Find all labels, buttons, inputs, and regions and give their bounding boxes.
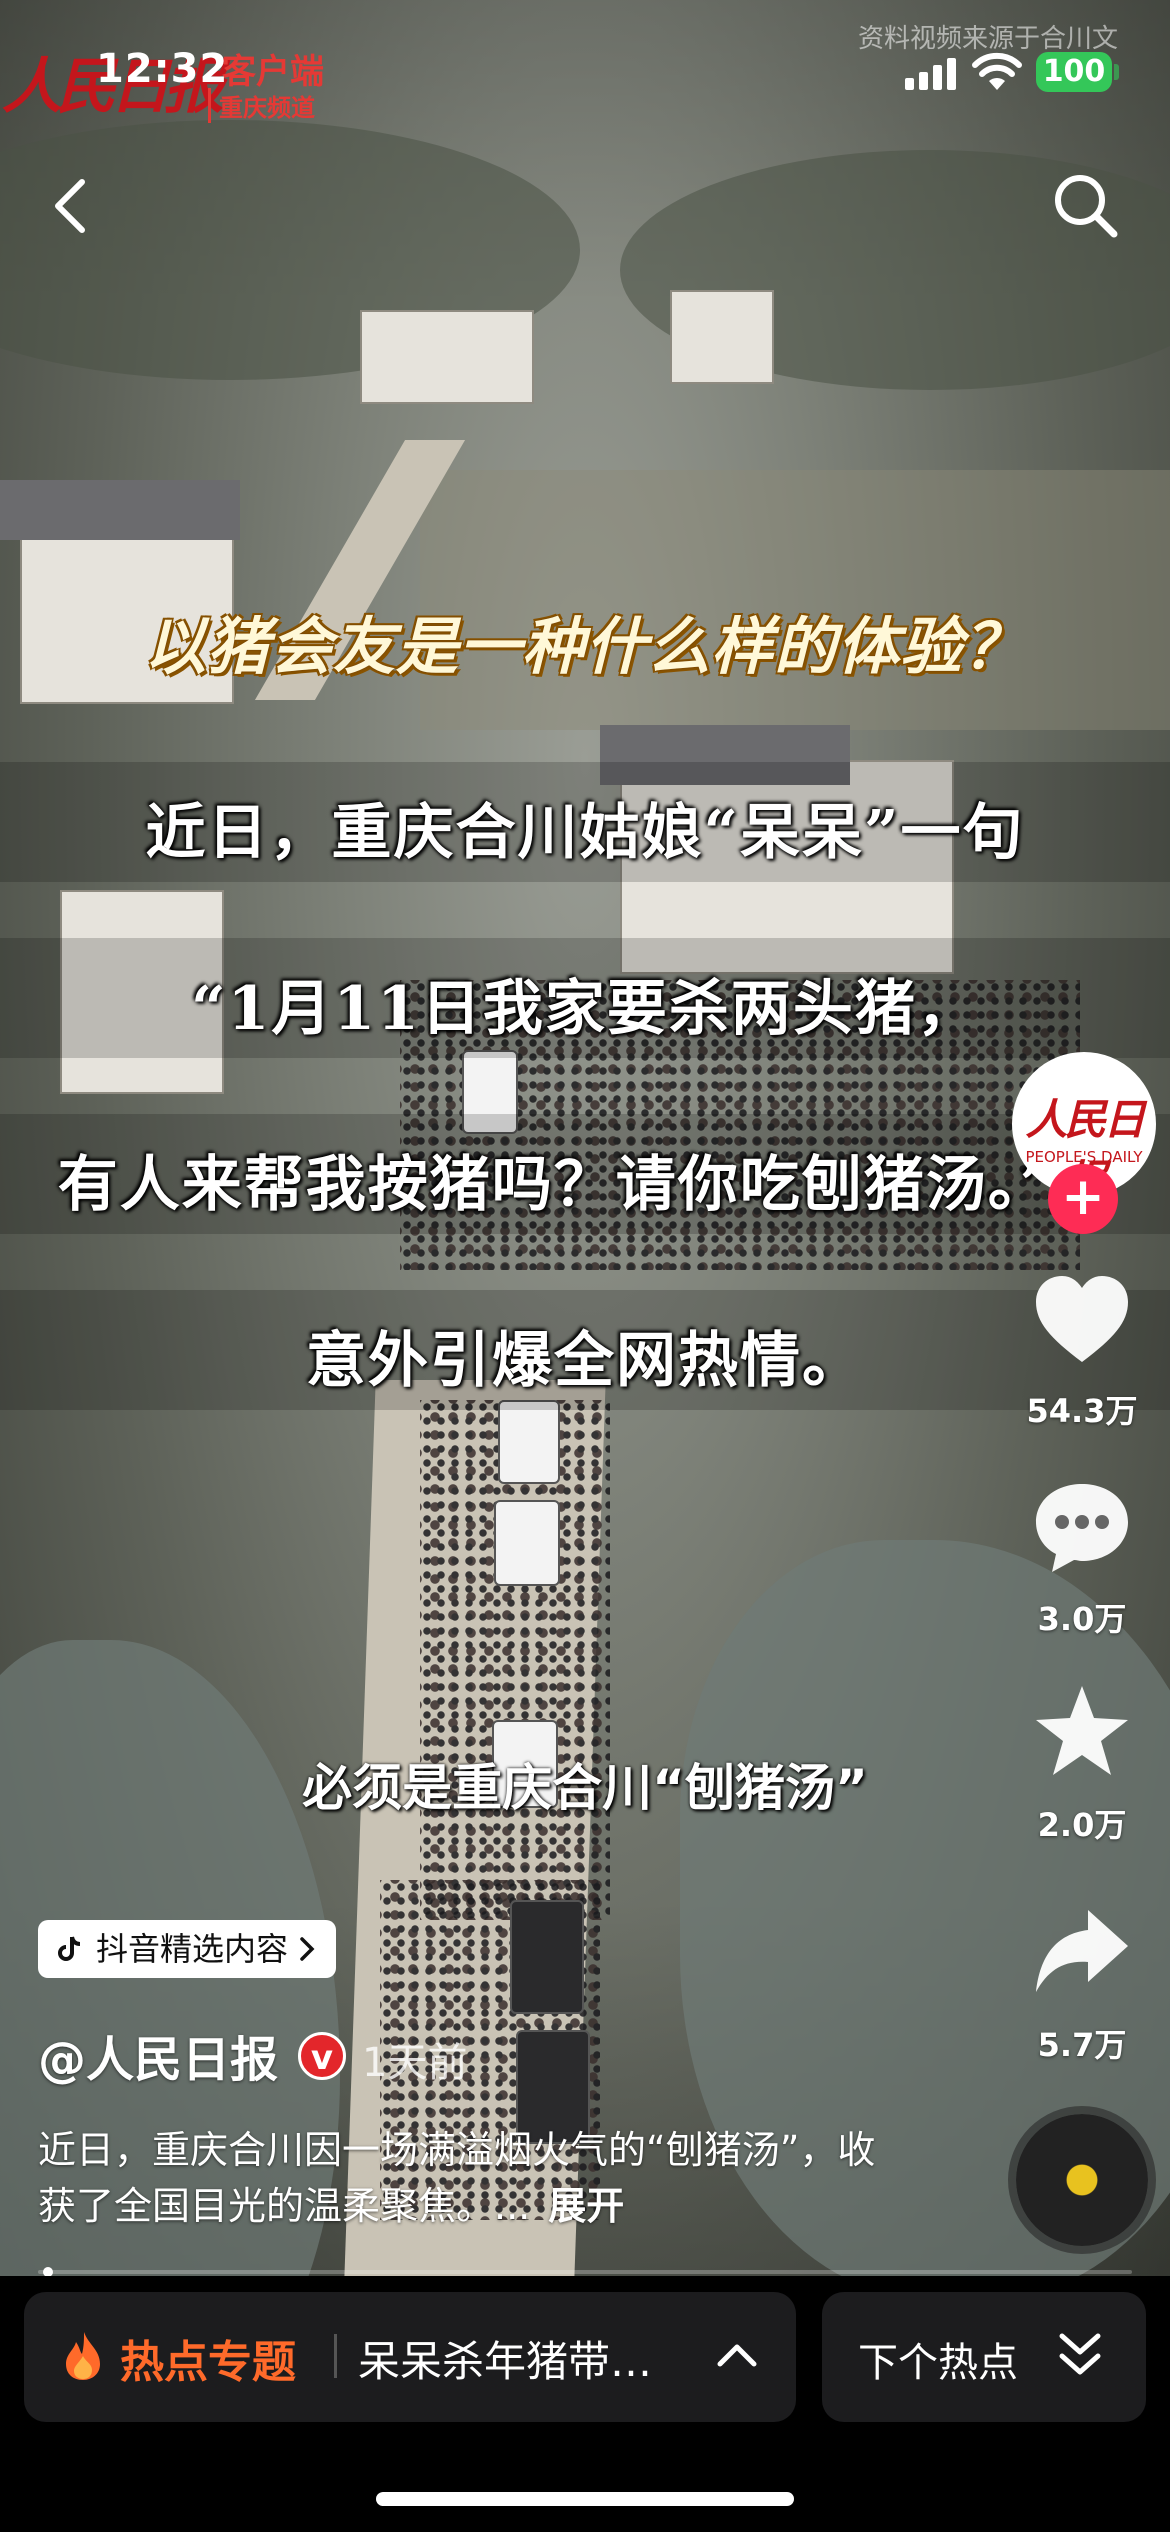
featured-content-tag[interactable]: 抖音精选内容 xyxy=(38,1920,337,1978)
follow-button[interactable]: + xyxy=(1048,1164,1118,1234)
car xyxy=(510,1900,584,2014)
comment-count: 3.0万 xyxy=(1037,1600,1127,1638)
chevron-up-icon[interactable] xyxy=(712,2330,762,2380)
back-icon[interactable] xyxy=(46,176,96,236)
logo-app-label: 客户端 xyxy=(222,52,324,92)
caption-line: 意外引爆全网热情。 xyxy=(306,1326,864,1396)
verified-badge-icon: v xyxy=(298,2032,346,2080)
heart-icon[interactable] xyxy=(1030,1270,1134,1374)
house xyxy=(360,310,534,404)
video-screen[interactable]: 人民日报 客户端 重庆频道 资料视频来源于合川文 12:32 100 以猪会友是… xyxy=(0,0,1170,2532)
expand-link[interactable]: 展开 xyxy=(548,2184,624,2228)
caption-title: 以猪会友是一种什么样的体验？ xyxy=(143,610,1026,683)
flame-icon xyxy=(66,2332,100,2380)
caption-line: 有人来帮我按猪吗？请你吃刨猪汤。” xyxy=(57,1150,1057,1220)
battery-cap xyxy=(1114,64,1119,80)
car xyxy=(498,1400,560,1484)
comment-icon[interactable] xyxy=(1030,1476,1134,1580)
author-name[interactable]: @人民日报 xyxy=(38,2020,278,2090)
favorite-star-icon[interactable] xyxy=(1030,1680,1134,1784)
double-chevron-down-icon[interactable] xyxy=(1054,2328,1106,2384)
divider xyxy=(334,2334,337,2378)
home-indicator[interactable] xyxy=(376,2492,794,2506)
logo-sub-label: 重庆频道 xyxy=(208,88,315,123)
wifi-icon xyxy=(972,52,1022,90)
roof xyxy=(0,480,240,540)
description-text: 近日，重庆合川因一场满溢烟火气的“刨猪汤”，收获了全国目光的温柔聚焦。... xyxy=(38,2128,876,2228)
status-time: 12:32 xyxy=(96,46,229,92)
share-count: 5.7万 xyxy=(1037,2026,1127,2064)
share-icon[interactable] xyxy=(1030,1900,1134,2004)
house xyxy=(670,290,774,384)
cellular-signal-icon xyxy=(905,56,957,90)
playback-progress-bar[interactable] xyxy=(38,2267,1132,2277)
caption-line: “1月11日我家要杀两头猪， xyxy=(191,974,979,1044)
hot-topic-label: 热点专题 xyxy=(120,2337,296,2388)
post-description: 近日，重庆合川因一场满溢烟火气的“刨猪汤”，收获了全国目光的温柔聚焦。... 展开 xyxy=(38,2122,898,2234)
post-time: 1天前 xyxy=(362,2040,468,2086)
like-count: 54.3万 xyxy=(1026,1392,1138,1430)
chevron-right-icon xyxy=(300,1937,315,1961)
favorite-count: 2.0万 xyxy=(1037,1806,1127,1844)
caption-lower: 必须是重庆合川“刨猪汤” xyxy=(302,1759,868,1817)
hot-topic-title[interactable]: 呆呆杀年猪带… xyxy=(358,2328,652,2389)
battery-indicator: 100 xyxy=(1036,52,1112,92)
featured-tag-label: 抖音精选内容 xyxy=(96,1930,289,1968)
music-disc[interactable] xyxy=(1016,2114,1148,2246)
caption-line: 近日，重庆合川姑娘“呆呆”一句 xyxy=(145,798,1025,868)
douyin-icon xyxy=(58,1936,81,1961)
car xyxy=(494,1500,560,1586)
source-watermark: 资料视频来源于合川文 xyxy=(858,24,1119,54)
search-icon[interactable] xyxy=(1050,170,1120,240)
next-hot-label: 下个热点 xyxy=(858,2340,1018,2386)
